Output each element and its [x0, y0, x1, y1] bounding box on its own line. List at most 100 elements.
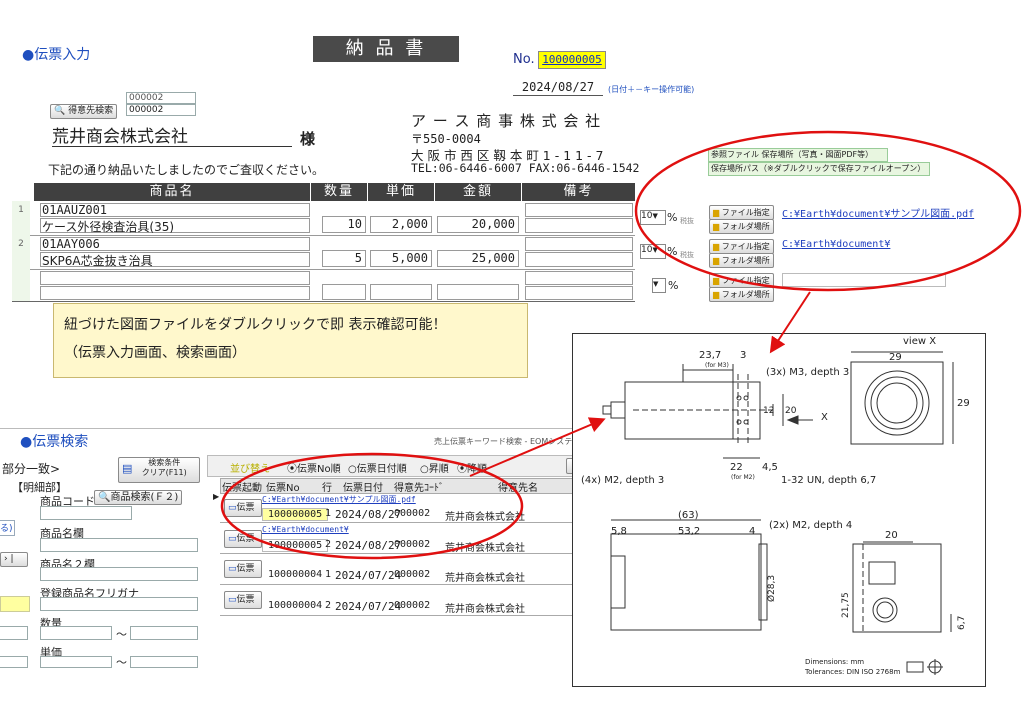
grid-date: 2024/07/24: [335, 600, 402, 613]
dim-12: 12: [763, 406, 775, 416]
price-empty[interactable]: [370, 284, 432, 300]
percent-label: %: [667, 245, 678, 258]
sort-option-desc[interactable]: ⦿降順: [457, 460, 487, 475]
file-select-label: ファイル指定: [721, 208, 770, 217]
folder-icon: ▆: [713, 208, 720, 217]
open-slip-button[interactable]: ▭伝票: [224, 499, 262, 517]
dim-29-a: 29: [889, 352, 902, 363]
grid-cust-name: 荒井商会株式会社: [445, 604, 525, 615]
customer-name[interactable]: 荒井商会株式会社: [52, 122, 292, 147]
side-field-2[interactable]: [0, 626, 28, 640]
file-select-label: ファイル指定: [721, 242, 770, 251]
tax-rate-value: 10: [641, 211, 653, 221]
grid-line: 1: [325, 569, 332, 580]
price-value[interactable]: 2,000: [370, 217, 428, 231]
folder-icon: ▆: [713, 276, 720, 285]
price-from-input[interactable]: [40, 656, 112, 668]
dim-21-75: 21,75: [841, 592, 851, 618]
reg-kana-input[interactable]: [40, 597, 198, 611]
product-code-empty[interactable]: [40, 271, 310, 285]
customer-search-button[interactable]: 🔍 得意先検索: [50, 104, 118, 119]
grid-cust-code: 000002: [394, 569, 431, 580]
greeting-text: 下記の通り納品いたしましたのでご査収ください。: [48, 163, 325, 177]
qty-from-input[interactable]: [40, 626, 112, 640]
slip-icon: ▭: [228, 503, 237, 513]
product-code[interactable]: 01AAY006: [42, 237, 100, 251]
row-number: 1: [12, 201, 30, 235]
side-field-3[interactable]: [0, 656, 28, 668]
date-field[interactable]: 2024/08/27: [513, 80, 603, 96]
qty-to-input[interactable]: [130, 626, 198, 640]
product-name2-input[interactable]: [40, 567, 198, 581]
folder-location-button[interactable]: ▆ フォルダ場所: [709, 253, 774, 268]
open-slip-label: 伝票: [236, 595, 255, 605]
grid-file-link[interactable]: C:¥Earth¥document¥サンプル図面.pdf: [262, 494, 416, 505]
side-highlight-field[interactable]: [0, 596, 30, 612]
chevron-down-icon: ▼: [652, 246, 658, 254]
tolerances-note: Tolerances: DIN ISO 2768m: [805, 668, 901, 676]
slip-no-field[interactable]: 100000005: [538, 51, 606, 69]
side-button[interactable]: › |: [0, 552, 28, 567]
side-field-1[interactable]: る): [0, 520, 15, 536]
file-path-empty[interactable]: [782, 273, 946, 287]
open-slip-button[interactable]: ▭伝票: [224, 591, 262, 609]
save-path-label: 保存場所パス（※ダブルクリックで保存ファイルオープン）: [708, 162, 930, 176]
tax-rate-select[interactable]: 10▼: [640, 244, 666, 259]
tax-rate-select[interactable]: 10▼: [640, 210, 666, 225]
note-m2-2x: (2x) M2, depth 4: [769, 520, 853, 531]
grid-file-link[interactable]: C:¥Earth¥document¥: [262, 525, 349, 534]
folder-location-label: フォルダ場所: [721, 256, 770, 265]
qty-empty[interactable]: [322, 284, 366, 300]
tax-rate-select[interactable]: ▼: [652, 278, 666, 293]
customer-code-display: 000002: [126, 92, 196, 104]
search-subtitle: 売上伝票キーワード検索 - EOMシステム: [434, 437, 580, 446]
percent-label: %: [668, 279, 679, 292]
customer-code-input[interactable]: 000002: [126, 104, 196, 116]
header-remarks: 備考: [522, 183, 635, 201]
clear-conditions-button[interactable]: ▤ 検索条件 クリア(F11): [118, 457, 200, 483]
folder-location-button[interactable]: ▆ フォルダ場所: [709, 287, 774, 302]
product-code-input[interactable]: [40, 506, 132, 520]
dim-22: 22: [730, 462, 743, 473]
product-search-button[interactable]: 🔍商品検索(Ｆ２): [94, 490, 183, 505]
sort-option-label: 昇順: [428, 464, 449, 475]
grid-date: 2024/08/27: [335, 539, 402, 552]
grid-cust-code: 000002: [394, 508, 431, 519]
qty-value[interactable]: 5: [322, 251, 362, 265]
dim-for-m2: (for M2): [731, 474, 755, 481]
sort-option-label: 伝票No順: [297, 464, 341, 475]
folder-location-button[interactable]: ▆ フォルダ場所: [709, 219, 774, 234]
product-name[interactable]: ケース外径検査治具(35): [42, 218, 174, 235]
file-select-button[interactable]: ▆ ファイル指定: [709, 205, 774, 220]
product-name[interactable]: SKP6A芯金抜き治具: [42, 252, 153, 269]
header-amount: 金額: [435, 183, 521, 201]
price-to-input[interactable]: [130, 656, 198, 668]
file-path-link[interactable]: C:¥Earth¥document¥サンプル図面.pdf: [782, 205, 974, 220]
file-select-button[interactable]: ▆ ファイル指定: [709, 239, 774, 254]
dim-4: 4: [749, 526, 756, 537]
sort-option-slip-date[interactable]: ○伝票日付順: [348, 460, 407, 475]
clear-conditions-label: 検索条件 クリア(F11): [141, 458, 187, 477]
product-search-label: 商品検索(Ｆ２): [110, 492, 179, 503]
drawing-view-x-label: view X: [903, 336, 937, 347]
dim-63: (63): [678, 510, 699, 521]
company-name: ア ー ス 商 事 株 式 会 社: [411, 112, 602, 130]
row-number: [12, 269, 30, 301]
product-name-empty[interactable]: [40, 286, 310, 300]
file-select-button[interactable]: ▆ ファイル指定: [709, 273, 774, 288]
price-value[interactable]: 5,000: [370, 251, 428, 265]
folder-icon: ▆: [713, 290, 720, 299]
sort-option-slip-no[interactable]: ⦿伝票No順: [287, 460, 341, 475]
tax-rate-value: 10: [641, 245, 653, 255]
radio-icon: ○: [348, 464, 357, 475]
section-title-search: ●伝票検索: [20, 434, 89, 450]
product-code[interactable]: 01AAUZ001: [42, 203, 107, 217]
sort-option-asc[interactable]: ○昇順: [420, 460, 449, 475]
qty-value[interactable]: 10: [322, 217, 362, 231]
grid-cust-code: 000002: [394, 539, 431, 550]
open-slip-button[interactable]: ▭伝票: [224, 560, 262, 578]
folder-location-label: フォルダ場所: [721, 290, 770, 299]
file-path-link[interactable]: C:¥Earth¥document¥: [782, 239, 890, 250]
product-name-input[interactable]: [40, 538, 198, 552]
open-slip-button[interactable]: ▭伝票: [224, 530, 262, 548]
